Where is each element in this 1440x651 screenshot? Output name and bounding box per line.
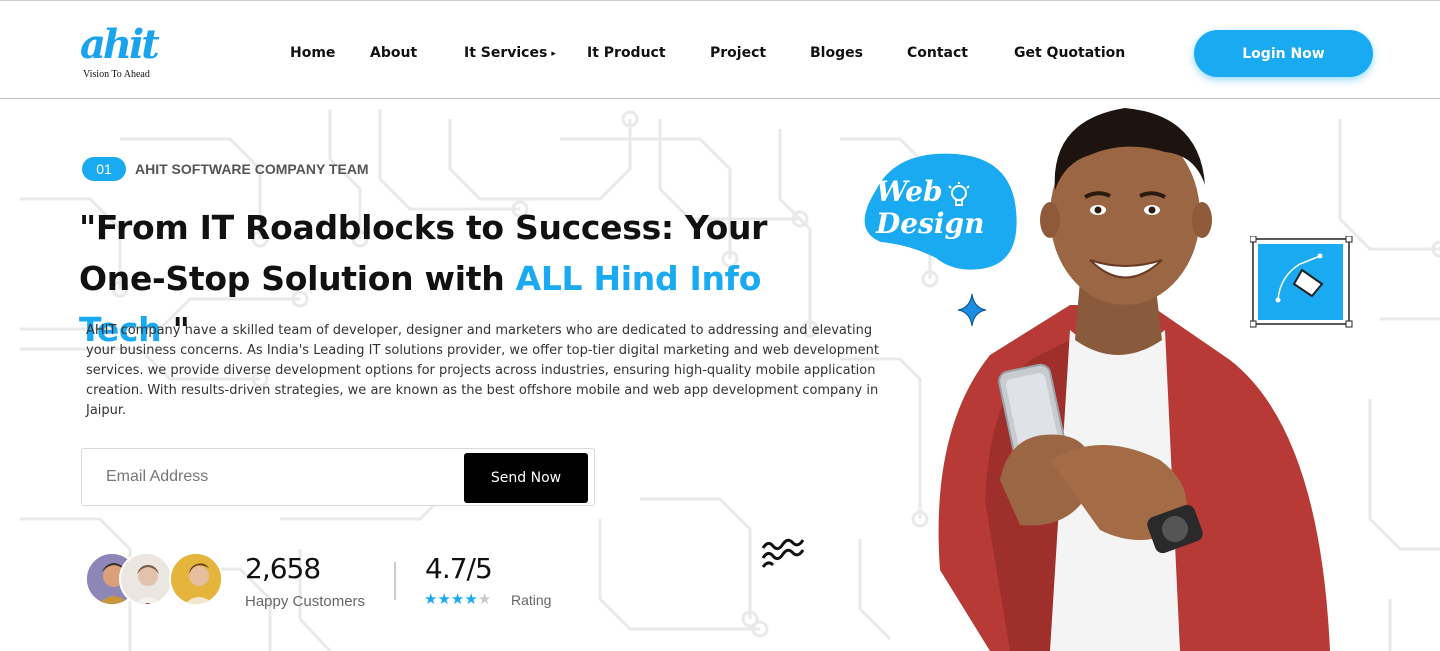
customers-count: 2,658 [245,552,321,585]
logo-tagline: Vision To Ahead [83,69,150,80]
avatar [169,552,223,606]
lightbulb-icon [948,182,970,206]
rating-stars: ★★★★★ [424,590,491,608]
squiggle-icon [761,538,805,568]
email-input[interactable] [106,459,456,495]
nav-it-services[interactable]: It Services ▸ [464,45,556,61]
send-now-button[interactable]: Send Now [464,453,588,503]
sparkle-icon [957,293,987,327]
stats-divider [394,562,396,600]
nav-about[interactable]: About [370,45,417,61]
pen-tool-icon [1250,236,1353,328]
caret-right-icon: ▸ [551,49,556,59]
newsletter-form: Send Now [81,448,595,506]
nav-it-product[interactable]: It Product [587,45,666,61]
logo-mark: ahit [80,21,160,68]
nav-project[interactable]: Project [710,45,766,61]
nav-it-services-label: It Services [464,45,548,61]
nav-get-quotation[interactable]: Get Quotation [1014,45,1125,61]
star-empty-icon: ★ [477,591,492,608]
login-button[interactable]: Login Now [1194,30,1373,77]
nav-home[interactable]: Home [290,45,335,61]
site-header: ahit Vision To Ahead Home About It Servi… [0,0,1440,99]
star-filled-icon: ★ [437,591,451,608]
section-eyebrow: AHIT SOFTWARE COMPANY TEAM [135,161,369,177]
star-filled-icon: ★ [450,591,465,608]
star-filled-icon: ★ [464,591,478,608]
nav-contact[interactable]: Contact [907,45,968,61]
blob-line-design: Design [876,207,985,240]
rating-value: 4.7/5 [425,552,493,585]
customer-avatars [85,552,225,606]
nav-bloges[interactable]: Bloges [810,45,863,61]
rating-label: Rating [511,592,552,608]
star-filled-icon: ★ [424,591,438,608]
customers-label: Happy Customers [245,593,366,610]
section-number-badge: 01 [82,157,126,181]
hero-description: AHIT company have a skilled team of deve… [86,323,879,418]
brand-logo[interactable]: ahit Vision To Ahead [80,21,180,83]
avatar [119,552,173,606]
